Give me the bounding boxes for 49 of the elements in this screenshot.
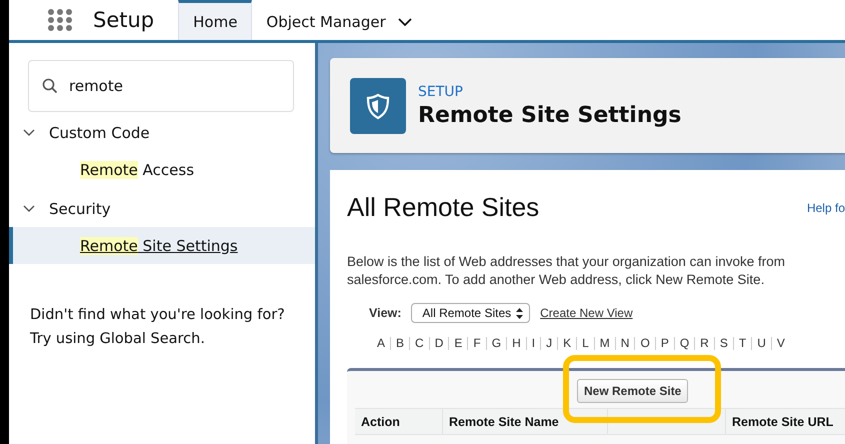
letter-filter-link[interactable]: A [372, 336, 390, 350]
tree-group-label[interactable]: Custom Code [49, 124, 150, 142]
letter-filter-link[interactable]: N [616, 336, 634, 350]
view-label: View: [369, 306, 402, 320]
letter-filter-link[interactable]: H [507, 336, 526, 350]
letter-filter-link[interactable]: I [526, 336, 540, 350]
sort-arrows-icon [516, 308, 524, 318]
letter-filter-link[interactable]: G [486, 336, 506, 350]
letter-filter-link[interactable]: M [594, 336, 615, 350]
column-header: Remote Site URL [732, 414, 834, 428]
tree-group-label[interactable]: Security [49, 200, 111, 218]
letter-filter-link[interactable]: C [410, 336, 429, 350]
column-header: Remote Site Name [449, 414, 559, 428]
app-launcher-icon[interactable] [47, 9, 73, 31]
help-link[interactable]: Help fo [806, 200, 845, 214]
app-name: Setup [93, 8, 154, 32]
letter-filter-link[interactable]: E [449, 336, 468, 350]
letter-filter-link[interactable]: U [752, 336, 771, 350]
search-field[interactable]: remote [28, 60, 294, 112]
selected-tree-item[interactable]: Remote Site Settings [9, 227, 315, 264]
no-results-hint: Didn't find what you're looking for? Try using Global Search. [30, 306, 286, 349]
letter-filter-link[interactable]: B [391, 336, 410, 350]
create-view-link[interactable]: Create New View [540, 306, 633, 320]
letter-filter-link[interactable]: T [734, 336, 752, 350]
nav-tab[interactable]: Home [178, 0, 252, 40]
description-text: Below is the list of Web addresses that your organization can invoke from salesforce.com. To add another Web address, click New Remote Site. [347, 253, 786, 289]
breadcrumb-label: SETUP [418, 84, 464, 100]
letter-filter-link[interactable]: O [635, 336, 655, 350]
view-dropdown[interactable]: All Remote Sites [411, 303, 530, 323]
letter-filter-link[interactable]: D [430, 336, 448, 350]
column-header: Action [361, 414, 400, 428]
letter-filter-link[interactable]: S [714, 336, 733, 350]
letter-filter-link[interactable]: J [541, 336, 558, 350]
chevron-icon[interactable] [23, 128, 35, 136]
letter-filter-link[interactable]: K [558, 336, 576, 350]
letter-filter-link[interactable]: F [468, 336, 486, 350]
page-title: Remote Site Settings [418, 102, 682, 128]
shield-icon [350, 78, 406, 134]
chevron-icon[interactable] [23, 204, 35, 212]
tree-item[interactable]: Remote Access [9, 151, 315, 188]
section-title: All Remote Sites [347, 192, 540, 223]
new-remote-site-button[interactable]: New Remote Site [577, 379, 688, 403]
letter-filter-link[interactable]: P [656, 336, 674, 350]
chevron-down-icon[interactable] [398, 16, 412, 26]
letter-filter-link[interactable]: L [577, 336, 594, 350]
letter-filter-link[interactable]: Q [674, 336, 694, 350]
letter-filter-link[interactable]: R [695, 336, 714, 350]
letter-filter-link[interactable]: V [772, 336, 790, 350]
search-icon [42, 78, 58, 94]
